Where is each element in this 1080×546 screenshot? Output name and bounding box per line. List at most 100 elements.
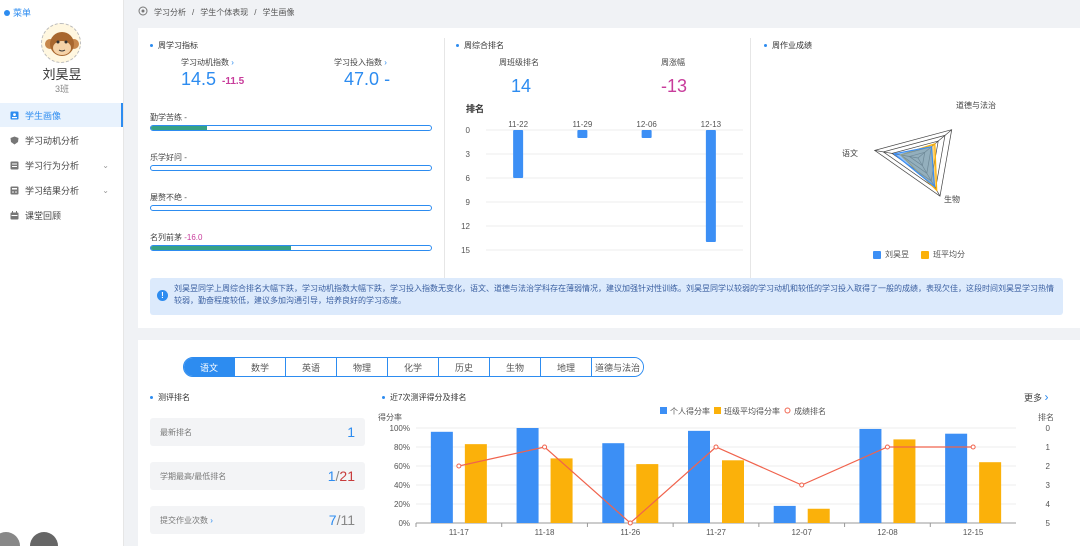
bar-label: 屡赘不绝 [150, 193, 182, 202]
breadcrumb-item[interactable]: 学生个体表现 [200, 7, 248, 18]
analysis-note-text: 刘昊昱同学上周综合排名大幅下跌，学习动机指数大幅下跌，学习投入指数无变化，语文、… [174, 284, 1054, 305]
subject-tab[interactable]: 数学 [235, 358, 286, 376]
best-worst-rank-box: 学期最高/最低排名 1/21 [150, 462, 365, 490]
sidebar-item-student-profile[interactable]: 学生画像 [0, 103, 123, 127]
radar-legend: 刘昊昱 班平均分 [873, 249, 965, 260]
sidebar-item-results[interactable]: 学习结果分析 ⌄ [0, 178, 123, 202]
rank-point [627, 520, 633, 526]
y-tick-label: 0 [466, 126, 471, 135]
investment-index-link[interactable]: 学习投入指数 › [334, 57, 387, 68]
monkey-avatar-icon [45, 32, 79, 56]
subject-tab[interactable]: 地理 [541, 358, 592, 376]
x-tick-label: 12-15 [963, 528, 984, 537]
submit-total-value: 11 [340, 512, 355, 528]
target-icon [138, 6, 148, 18]
best-worst-label: 学期最高/最低排名 [160, 471, 227, 481]
bullet-dot [150, 396, 153, 399]
legend-swatch [714, 407, 721, 414]
radar-series-area [892, 145, 936, 188]
latest-rank-box: 最新排名 1 [150, 418, 365, 446]
personal-score-bar [859, 428, 882, 523]
analysis-note: ! 刘昊昱同学上周综合排名大幅下跌，学习动机指数大幅下跌，学习投入指数无变化，语… [150, 278, 1063, 315]
best-worst-value: 1/21 [328, 468, 355, 484]
app-root: 菜单 刘昊昱 3班 学生画像 学习动机分析 学习行为分析 ⌄ 学习结果分析 ⌄ … [0, 0, 1080, 546]
rank-point [884, 444, 890, 450]
y-tick-label: 80% [394, 443, 410, 452]
recent-chart-title: 近7次测评得分及排名 [382, 392, 466, 403]
progress-track [150, 205, 432, 211]
legend-swatch [660, 407, 667, 414]
y2-tick-label: 0 [1046, 424, 1051, 433]
more-label: 更多 [1024, 393, 1043, 403]
bullet-dot [456, 44, 459, 47]
more-link[interactable]: 更多 › [1024, 390, 1049, 404]
x-tick-label: 11-17 [449, 528, 469, 537]
chevron-right-icon: › [231, 58, 234, 67]
investment-delta-text: - [384, 69, 391, 89]
subject-tab[interactable]: 道德与法治 [592, 358, 643, 376]
subject-tab[interactable]: 英语 [286, 358, 337, 376]
subject-tab[interactable]: 化学 [388, 358, 439, 376]
y-tick-label: 6 [466, 174, 471, 183]
rank-point [456, 463, 462, 469]
personal-score-bar [516, 428, 539, 523]
motivation-index-link[interactable]: 学习动机指数 › [181, 57, 234, 68]
bar-label: 乐学好问 [150, 153, 182, 162]
sidebar-item-class-review[interactable]: 课堂回顾 [0, 203, 123, 227]
weekly-rank-chart: 排名 0 3 6 9 12 15 11-22 11-29 12-06 12-13 [461, 103, 743, 255]
floating-circle-button[interactable] [30, 532, 58, 546]
subject-tab[interactable]: 历史 [439, 358, 490, 376]
y-tick-label: 60% [394, 462, 410, 471]
progress-track [150, 125, 432, 131]
indicator-bar-curiosity: 乐学好问 - [150, 152, 432, 171]
radar-axis-label: 生物 [944, 194, 960, 204]
submit-count-box[interactable]: 提交作业次数 › 7/11 [150, 506, 365, 534]
menu-toggle[interactable]: 菜单 [4, 6, 31, 19]
best-rank-value: 1 [327, 468, 336, 484]
rank-point [799, 482, 805, 488]
x-tick-label: 11-18 [535, 528, 555, 537]
motivation-index-value: 14.5 [181, 69, 217, 89]
progress-track [150, 165, 432, 171]
subject-tab[interactable]: 生物 [490, 358, 541, 376]
breadcrumb-item[interactable]: 学习分析 [154, 7, 186, 18]
user-name: 刘昊昱 [42, 67, 82, 82]
bar-label: 名列前茅 [150, 233, 182, 242]
section-title-text: 周作业成绩 [772, 41, 812, 50]
personal-score-bar [773, 505, 796, 523]
rank-bar [577, 130, 588, 138]
subject-panel: 语文 数学 英语 物理 化学 历史 生物 地理 道德与法治 测评排名 最新排名 1 学期最高/最… [138, 340, 1080, 546]
class-avg-score-bar [550, 458, 573, 523]
subject-tabs: 语文 数学 英语 物理 化学 历史 生物 地理 道德与法治 [183, 357, 644, 377]
sidebar-item-behavior[interactable]: 学习行为分析 ⌄ [0, 153, 123, 177]
chevron-right-icon: › [384, 58, 387, 67]
calculator-icon [10, 186, 19, 195]
y2-tick-label: 5 [1046, 519, 1051, 528]
submit-count-label: 提交作业次数 [160, 515, 208, 525]
class-avg-score-bar [979, 462, 1002, 523]
floating-circle-button[interactable] [0, 532, 20, 546]
indicator-bar-persistence: 屡赘不绝 - [150, 192, 432, 211]
legend-swatch [921, 250, 929, 259]
class-rank-label: 周班级排名 [499, 58, 539, 67]
avatar [41, 23, 81, 63]
menu-dot-icon [4, 9, 10, 16]
legend-label: 班级平均得分率 [724, 406, 780, 416]
chevron-right-icon: › [210, 515, 213, 525]
x-tick-label: 11-27 [706, 528, 726, 537]
weekly-homework-title: 周作业成绩 [764, 40, 812, 51]
indicator-bar-diligence: 勤学苦练 - [150, 112, 432, 131]
class-avg-score-bar [893, 439, 916, 523]
sidebar-item-motivation[interactable]: 学习动机分析 [0, 128, 123, 152]
divider [750, 38, 751, 278]
progress-track [150, 245, 432, 251]
subject-tab[interactable]: 物理 [337, 358, 388, 376]
divider [444, 38, 445, 278]
personal-score-bar [688, 430, 710, 523]
subject-tab[interactable]: 语文 [184, 358, 235, 376]
bar-suffix: - [184, 153, 187, 162]
bar-suffix: -16.0 [184, 233, 203, 242]
chart-ylabel: 排名 [466, 103, 484, 114]
x-tick-label: 12-08 [877, 528, 898, 537]
eval-rank-title: 测评排名 [150, 392, 190, 403]
